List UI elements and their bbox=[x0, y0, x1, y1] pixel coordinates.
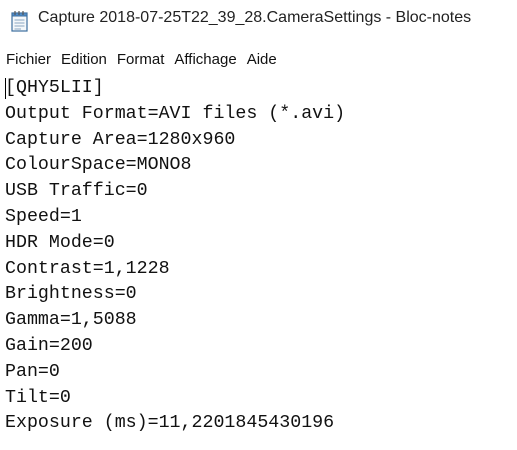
menu-item-aide[interactable]: Aide bbox=[247, 51, 277, 68]
text-editor[interactable]: [QHY5LII] Output Format=AVI files (*.avi… bbox=[0, 74, 517, 450]
text-line: ColourSpace=MONO8 bbox=[5, 155, 192, 176]
text-line: Exposure (ms)=11,2201845430196 bbox=[5, 413, 335, 434]
text-line: Brightness=0 bbox=[5, 284, 137, 305]
text-line: Speed=1 bbox=[5, 206, 82, 227]
text-line: Capture Area=1280x960 bbox=[5, 129, 236, 150]
text-line: Contrast=1,1228 bbox=[5, 258, 170, 279]
menu-bar: Fichier Edition Format Affichage Aide bbox=[0, 46, 517, 72]
text-line: Gamma=1,5088 bbox=[5, 310, 137, 331]
menu-item-format[interactable]: Format bbox=[117, 51, 165, 68]
window-title: Capture 2018-07-25T22_39_28.CameraSettin… bbox=[38, 9, 472, 26]
menu-item-edition[interactable]: Edition bbox=[61, 51, 107, 68]
text-line: Gain=200 bbox=[5, 335, 93, 356]
title-bar[interactable]: Capture 2018-07-25T22_39_28.CameraSettin… bbox=[0, 0, 517, 40]
menu-item-fichier[interactable]: Fichier bbox=[6, 51, 51, 68]
document-text[interactable]: [QHY5LII] Output Format=AVI files (*.avi… bbox=[5, 76, 345, 437]
notepad-icon bbox=[11, 11, 28, 32]
text-line: Pan=0 bbox=[5, 361, 60, 382]
text-line: USB Traffic=0 bbox=[5, 181, 148, 202]
text-line: Tilt=0 bbox=[5, 387, 71, 408]
menu-item-affichage[interactable]: Affichage bbox=[174, 51, 236, 68]
text-line: [QHY5LII] bbox=[5, 78, 104, 98]
notepad-window: Capture 2018-07-25T22_39_28.CameraSettin… bbox=[0, 0, 517, 450]
text-line: HDR Mode=0 bbox=[5, 232, 115, 253]
text-line: Output Format=AVI files (*.avi) bbox=[5, 103, 346, 124]
